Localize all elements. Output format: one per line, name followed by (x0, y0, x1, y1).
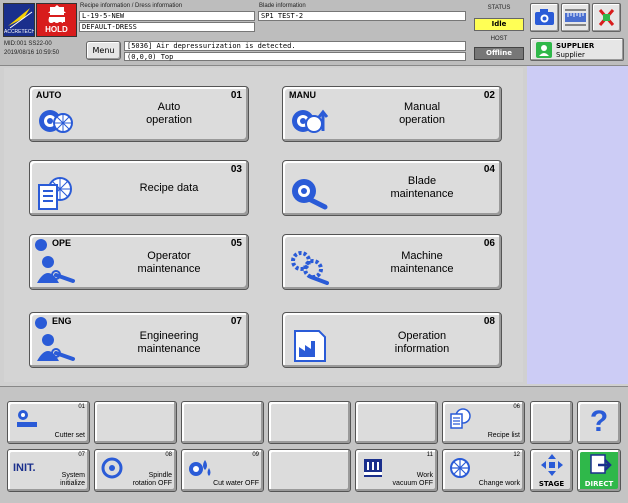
recipe-list-icon (450, 408, 471, 429)
vacuum-icon (364, 459, 382, 477)
blade-wrench-icon (292, 179, 328, 210)
auto-operation-label: Auto operation (146, 101, 192, 126)
change-work-icon (450, 458, 470, 478)
machine-id: MID:001 SS22-00 (4, 41, 52, 47)
stage-move-icon (541, 454, 563, 476)
header-bar: ACCRETECH CUT HOLD Recipe information / … (0, 0, 628, 66)
operator-person-icon (37, 256, 75, 283)
recipe-list-button[interactable]: 06 Recipe list (442, 401, 525, 444)
change-work-button[interactable]: 12 Change work (442, 449, 525, 492)
recipe-data-button[interactable]: 03 Recipe data (29, 160, 249, 216)
operation-information-button[interactable]: 08 Operation information (282, 312, 502, 368)
side-panel (527, 66, 628, 384)
spindle-rotation-off-button[interactable]: 08 Spindle rotation OFF (94, 449, 177, 492)
operator-maintenance-button[interactable]: OPE 05 Operator maintenance (29, 234, 249, 290)
gears-icon (291, 251, 329, 285)
blade-name-field: SP1 TEST-2 (258, 11, 466, 21)
main-menu-area: AUTO 01 Auto operation MANU 02 Manual op… (4, 68, 523, 382)
app-window: ACCRETECH CUT HOLD Recipe information / … (0, 0, 628, 503)
recipe-document-icon (38, 177, 72, 210)
alarm-off-button[interactable] (592, 3, 621, 32)
wafer-icon (39, 110, 73, 133)
camera-icon (535, 9, 554, 25)
direct-icon (590, 454, 612, 474)
cutter-set-button[interactable]: 01 Cutter set (7, 401, 90, 444)
empty-key-04[interactable] (268, 401, 351, 444)
operation-information-label: Operation information (394, 330, 450, 355)
machine-maintenance-label: Machine maintenance (390, 250, 454, 275)
date-time: 2019/08/16 10:59:50 (4, 50, 60, 56)
machine-maintenance-button[interactable]: 06 Machine maintenance (282, 234, 502, 290)
host-caption: HOST (490, 36, 508, 42)
measure-button[interactable] (561, 3, 590, 32)
host-status-badge: Offline (474, 47, 524, 60)
position-field: (0,0,0) Top (124, 52, 466, 61)
init-icon: INIT. (13, 462, 36, 474)
factory-document-icon (294, 330, 326, 362)
cut-water-off-button[interactable]: 09 Cut water OFF (181, 449, 264, 492)
recipe-data-label: Recipe data (139, 182, 199, 194)
empty-key-03[interactable] (181, 401, 264, 444)
accretech-logo: ACCRETECH (3, 3, 35, 37)
empty-key-side[interactable] (530, 401, 573, 444)
measure-icon (565, 9, 586, 26)
recipe-name-field: L-19-5-NEW (79, 11, 255, 21)
spindle-icon (101, 457, 123, 479)
help-button[interactable]: ? (577, 401, 621, 444)
engineer-person-icon (37, 334, 75, 361)
menu-button[interactable]: Menu (86, 41, 121, 60)
engineering-maintenance-label: Engineering maintenance (137, 330, 201, 355)
status-caption: STATUS (487, 5, 511, 11)
auto-operation-button[interactable]: AUTO 01 Auto operation (29, 86, 249, 142)
empty-key-10[interactable] (268, 449, 351, 492)
supplier-button[interactable]: SUPPLIER Supplier (530, 38, 624, 61)
help-icon: ? (589, 405, 609, 438)
supplier-icon (536, 42, 552, 58)
stage-button[interactable]: STAGE (530, 449, 573, 492)
empty-key-02[interactable] (94, 401, 177, 444)
blade-info-caption: Blade information (259, 3, 306, 9)
camera-button[interactable] (530, 3, 559, 32)
cut-hold-button[interactable]: CUT HOLD (36, 3, 77, 37)
alarm-off-icon (598, 9, 615, 26)
work-vacuum-off-button[interactable]: 11 Work vacuum OFF (355, 449, 438, 492)
blade-maintenance-label: Blade maintenance (390, 175, 454, 200)
manual-operation-button[interactable]: MANU 02 Manual operation (282, 86, 502, 142)
cutter-set-icon (17, 410, 37, 427)
blade-maintenance-button[interactable]: 04 Blade maintenance (282, 160, 502, 216)
operator-maintenance-label: Operator maintenance (137, 250, 201, 275)
manual-operation-label: Manual operation (399, 101, 445, 126)
dress-name-field: DEFAULT-DRESS (79, 22, 255, 32)
recipe-info-caption: Recipe information / Dress information (80, 3, 183, 9)
direct-button[interactable]: DIRECT (577, 449, 621, 492)
empty-key-05[interactable] (355, 401, 438, 444)
wafer-manual-icon (292, 109, 329, 133)
message-field: [5036] Air depressurization is detected. (124, 41, 466, 51)
engineering-maintenance-button[interactable]: ENG 07 Engineering maintenance (29, 312, 249, 368)
cut-water-icon (189, 460, 211, 476)
status-badge: Idle (474, 18, 524, 31)
function-key-bar: 01 Cutter set 06 Recipe list ? INIT. 07 … (0, 386, 628, 503)
system-initialize-button[interactable]: INIT. 07 System initialize (7, 449, 90, 492)
